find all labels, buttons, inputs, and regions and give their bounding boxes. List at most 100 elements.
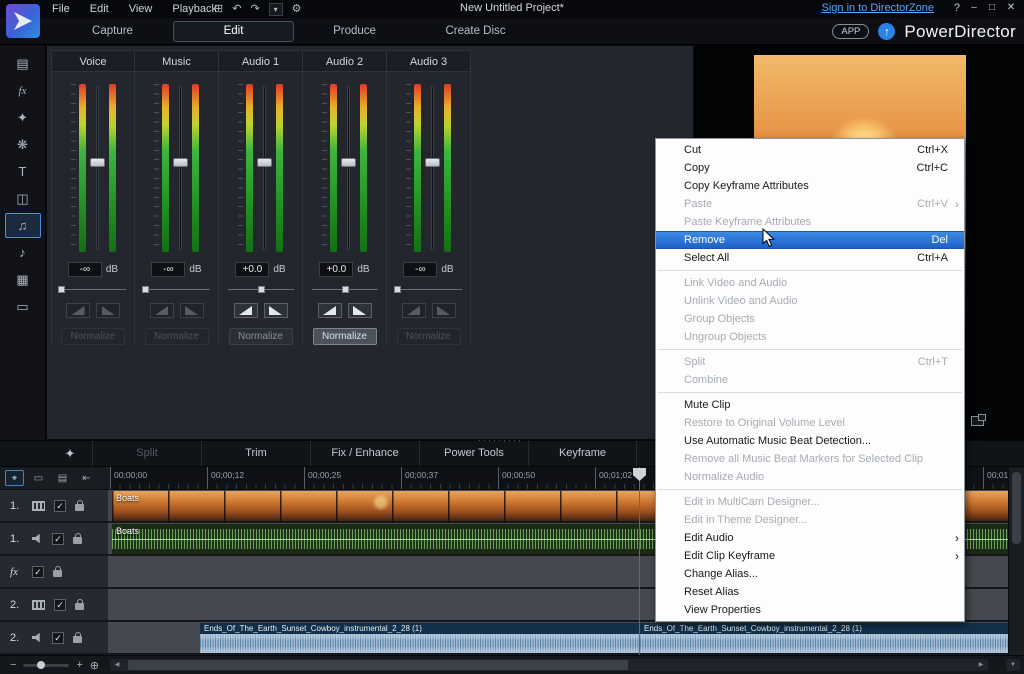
trim-tool[interactable]: ⇤	[77, 470, 96, 486]
menu-item-change-alias[interactable]: Change Alias...	[656, 565, 964, 583]
menu-item-reset-alias[interactable]: Reset Alias	[656, 583, 964, 601]
fade-out-button[interactable]	[96, 303, 120, 318]
volume-slider-handle[interactable]	[425, 158, 440, 167]
scroll-right-icon[interactable]: ▶	[974, 659, 988, 671]
normalize-button[interactable]: Normalize	[61, 328, 125, 345]
toolbar-split[interactable]: Split	[92, 441, 201, 466]
menu-item-copy-keyframe-attributes[interactable]: Copy Keyframe Attributes	[656, 177, 964, 195]
select-tool[interactable]: ⌖	[5, 470, 24, 486]
fade-in-button[interactable]	[402, 303, 426, 318]
gain-slider[interactable]	[144, 285, 210, 294]
fade-in-button[interactable]	[150, 303, 174, 318]
menu-playback[interactable]: Playback	[172, 3, 217, 15]
menu-item-remove[interactable]: RemoveDel	[656, 231, 964, 249]
track-enable-checkbox[interactable]: ✓	[54, 599, 66, 611]
vertical-scrollbar-thumb[interactable]	[1012, 472, 1021, 544]
range-select-tool[interactable]: ▭	[29, 470, 48, 486]
fade-out-button[interactable]	[432, 303, 456, 318]
track-manager-tool[interactable]: ▤	[53, 470, 72, 486]
menu-item-use-automatic-music-beat-detection[interactable]: Use Automatic Music Beat Detection...	[656, 432, 964, 450]
gain-slider-handle[interactable]	[342, 286, 349, 293]
zoom-slider-handle[interactable]	[37, 661, 45, 669]
gain-slider[interactable]	[312, 285, 378, 294]
redo-icon[interactable]: ↷	[250, 1, 259, 17]
sidebar-item-chapter-room[interactable]: ▦	[5, 267, 41, 292]
sidebar-item-transition-room[interactable]: ◫	[5, 186, 41, 211]
tab-create-disc[interactable]: Create Disc	[415, 21, 536, 42]
minimize-button[interactable]: –	[966, 2, 982, 13]
track-enable-checkbox[interactable]: ✓	[32, 566, 44, 578]
track-enable-checkbox[interactable]: ✓	[54, 500, 66, 512]
gain-slider[interactable]	[228, 285, 294, 294]
volume-slider[interactable]	[172, 84, 189, 252]
sidebar-item-title-room[interactable]: T	[5, 159, 41, 184]
vertical-scrollbar[interactable]	[1008, 467, 1024, 655]
menu-item-edit-clip-keyframe[interactable]: Edit Clip Keyframe›	[656, 547, 964, 565]
aspect-ratio-dropdown[interactable]: ▾	[269, 3, 283, 16]
undo-icon[interactable]: ↶	[232, 1, 241, 17]
music-clip-2[interactable]: Ends_Of_The_Earth_Sunset_Cowboy_instrume…	[640, 623, 1008, 653]
sidebar-item-media-room[interactable]: ▤	[5, 51, 41, 76]
volume-slider[interactable]	[256, 84, 273, 252]
volume-slider-handle[interactable]	[257, 158, 272, 167]
sidebar-item-effect-room[interactable]: fx	[5, 78, 41, 103]
upload-icon[interactable]: ↑	[878, 23, 895, 40]
settings-gear-icon[interactable]: ⚙	[292, 1, 302, 17]
db-value[interactable]: -∞	[68, 262, 102, 277]
menu-item-copy[interactable]: CopyCtrl+C	[656, 159, 964, 177]
sidebar-item-particle-room[interactable]: ❋	[5, 132, 41, 157]
sidebar-item-pip-objects-room[interactable]: ✦	[5, 105, 41, 130]
normalize-button[interactable]: Normalize	[229, 328, 293, 345]
toolbar-trim[interactable]: Trim	[201, 441, 310, 466]
track-lock-icon[interactable]	[73, 537, 82, 544]
menu-item-edit-audio[interactable]: Edit Audio›	[656, 529, 964, 547]
tab-produce[interactable]: Produce	[294, 21, 415, 42]
fade-in-button[interactable]	[318, 303, 342, 318]
gain-slider-handle[interactable]	[58, 286, 65, 293]
track-enable-checkbox[interactable]: ✓	[52, 533, 64, 545]
track-lock-icon[interactable]	[75, 504, 84, 511]
db-value[interactable]: +0.0	[319, 262, 353, 277]
zoom-in-icon[interactable]: +	[76, 659, 82, 671]
volume-slider[interactable]	[89, 84, 106, 252]
fade-out-button[interactable]	[180, 303, 204, 318]
help-button[interactable]: ?	[954, 2, 960, 14]
volume-slider[interactable]	[340, 84, 357, 252]
menu-item-mute-clip[interactable]: Mute Clip	[656, 396, 964, 414]
tab-capture[interactable]: Capture	[52, 21, 173, 42]
close-button[interactable]: ✕	[1003, 2, 1019, 13]
gain-slider-handle[interactable]	[394, 286, 401, 293]
track-lock-icon[interactable]	[75, 603, 84, 610]
menu-edit[interactable]: Edit	[90, 3, 109, 15]
gain-slider-handle[interactable]	[258, 286, 265, 293]
zoom-slider[interactable]	[23, 664, 69, 667]
gain-slider[interactable]	[396, 285, 462, 294]
toolbar-fix-enhance[interactable]: Fix / Enhance	[310, 441, 419, 466]
sidebar-item-subtitle-room[interactable]: ▭	[5, 294, 41, 319]
db-value[interactable]: -∞	[403, 262, 437, 277]
tab-edit[interactable]: Edit	[173, 21, 294, 42]
sidebar-item-voice-over-room[interactable]: ♪	[5, 240, 41, 265]
fade-out-button[interactable]	[348, 303, 372, 318]
zoom-out-icon[interactable]: −	[10, 659, 16, 671]
horizontal-scrollbar[interactable]: ◀ ▶	[110, 659, 988, 671]
playhead[interactable]	[639, 467, 640, 655]
menu-item-select-all[interactable]: Select AllCtrl+A	[656, 249, 964, 267]
track-lock-icon[interactable]	[53, 570, 62, 577]
volume-slider-handle[interactable]	[173, 158, 188, 167]
fade-out-button[interactable]	[264, 303, 288, 318]
volume-slider[interactable]	[424, 84, 441, 252]
menu-item-cut[interactable]: CutCtrl+X	[656, 141, 964, 159]
gain-slider[interactable]	[60, 285, 126, 294]
layout-grid-icon[interactable]: ⊞	[214, 1, 223, 17]
db-value[interactable]: +0.0	[235, 262, 269, 277]
menu-item-view-properties[interactable]: View Properties	[656, 601, 964, 619]
toolbar-keyframe[interactable]: Keyframe	[528, 441, 637, 466]
volume-slider-handle[interactable]	[341, 158, 356, 167]
music-clip-1[interactable]: Ends_Of_The_Earth_Sunset_Cowboy_instrume…	[200, 623, 640, 653]
scroll-left-icon[interactable]: ◀	[110, 659, 124, 671]
signin-link[interactable]: Sign in to DirectorZone	[822, 2, 935, 14]
scroll-down-icon[interactable]: ▼	[1006, 659, 1020, 671]
horizontal-scrollbar-thumb[interactable]	[128, 660, 628, 670]
db-value[interactable]: -∞	[151, 262, 185, 277]
